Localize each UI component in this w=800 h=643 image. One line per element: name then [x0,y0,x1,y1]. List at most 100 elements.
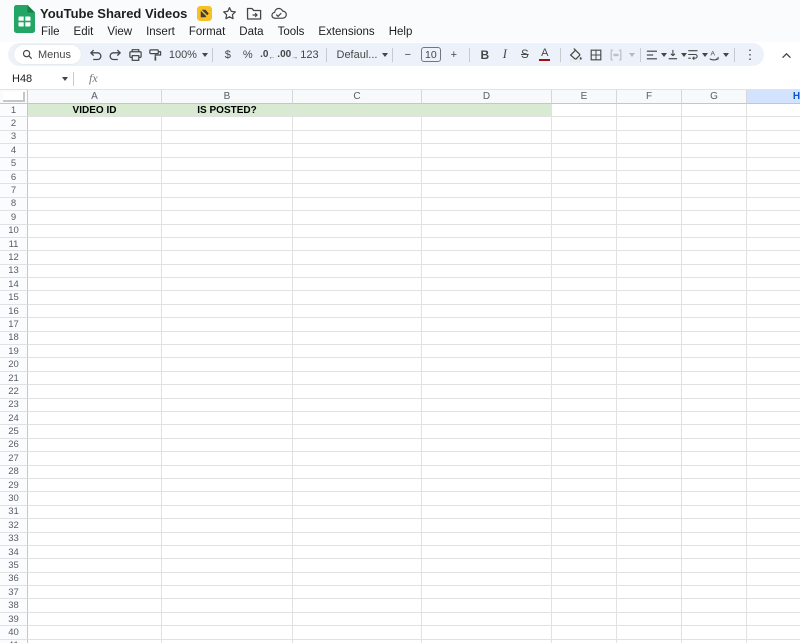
cell-G34[interactable] [682,546,747,559]
row-header-10[interactable]: 10 [0,225,28,238]
cell-G13[interactable] [682,265,747,278]
cell-C15[interactable] [293,291,422,304]
row-header-1[interactable]: 1 [0,104,28,117]
cell-B13[interactable] [162,265,293,278]
cell-H29[interactable] [747,479,800,492]
cell-D33[interactable] [422,533,552,546]
cell-D23[interactable] [422,399,552,412]
cell-G6[interactable] [682,171,747,184]
row-header-17[interactable]: 17 [0,318,28,331]
cell-H22[interactable] [747,385,800,398]
cell-D20[interactable] [422,358,552,371]
cell-E17[interactable] [552,318,617,331]
cell-E2[interactable] [552,117,617,130]
vertical-align-button[interactable] [667,45,688,65]
undo-button[interactable] [85,45,105,65]
cell-E14[interactable] [552,278,617,291]
cell-H6[interactable] [747,171,800,184]
text-wrap-button[interactable] [687,45,708,65]
cell-C20[interactable] [293,358,422,371]
cell-H5[interactable] [747,158,800,171]
cell-F8[interactable] [617,198,682,211]
cell-G17[interactable] [682,318,747,331]
cell-C18[interactable] [293,332,422,345]
cell-G28[interactable] [682,466,747,479]
cell-C30[interactable] [293,492,422,505]
cell-D22[interactable] [422,385,552,398]
cell-B27[interactable] [162,452,293,465]
cell-H35[interactable] [747,559,800,572]
cell-F11[interactable] [617,238,682,251]
cell-H18[interactable] [747,332,800,345]
cell-H16[interactable] [747,305,800,318]
row-header-26[interactable]: 26 [0,439,28,452]
cell-G36[interactable] [682,573,747,586]
cell-D15[interactable] [422,291,552,304]
cell-H12[interactable] [747,251,800,264]
cell-D37[interactable] [422,586,552,599]
cell-H11[interactable] [747,238,800,251]
cell-F18[interactable] [617,332,682,345]
row-header-36[interactable]: 36 [0,573,28,586]
text-color-button[interactable]: A [535,45,555,65]
cell-E1[interactable] [552,104,617,117]
cell-C40[interactable] [293,626,422,639]
bold-button[interactable]: B [475,45,495,65]
cell-A31[interactable] [28,506,162,519]
cell-F25[interactable] [617,425,682,438]
cell-D13[interactable] [422,265,552,278]
cell-F35[interactable] [617,559,682,572]
cell-A5[interactable] [28,158,162,171]
cell-G7[interactable] [682,184,747,197]
cell-E8[interactable] [552,198,617,211]
cell-H32[interactable] [747,519,800,532]
cell-G8[interactable] [682,198,747,211]
cell-A12[interactable] [28,251,162,264]
cell-D16[interactable] [422,305,552,318]
cell-C5[interactable] [293,158,422,171]
cell-C10[interactable] [293,225,422,238]
format-currency-button[interactable]: $ [218,45,238,65]
row-header-8[interactable]: 8 [0,198,28,211]
row-header-24[interactable]: 24 [0,412,28,425]
row-header-34[interactable]: 34 [0,546,28,559]
cell-A3[interactable] [28,131,162,144]
cell-C19[interactable] [293,345,422,358]
cell-F3[interactable] [617,131,682,144]
cell-G3[interactable] [682,131,747,144]
cell-D36[interactable] [422,573,552,586]
cell-F23[interactable] [617,399,682,412]
cell-B10[interactable] [162,225,293,238]
cell-B9[interactable] [162,211,293,224]
cell-G10[interactable] [682,225,747,238]
cell-E21[interactable] [552,372,617,385]
cell-E20[interactable] [552,358,617,371]
cell-E35[interactable] [552,559,617,572]
cell-A10[interactable] [28,225,162,238]
cell-H15[interactable] [747,291,800,304]
cell-B38[interactable] [162,599,293,612]
cell-G35[interactable] [682,559,747,572]
cell-C36[interactable] [293,573,422,586]
cell-C3[interactable] [293,131,422,144]
cell-A25[interactable] [28,425,162,438]
cell-A17[interactable] [28,318,162,331]
cell-B26[interactable] [162,439,293,452]
cell-H24[interactable] [747,412,800,425]
cell-F29[interactable] [617,479,682,492]
cell-D11[interactable] [422,238,552,251]
cell-B40[interactable] [162,626,293,639]
cell-A14[interactable] [28,278,162,291]
cell-H14[interactable] [747,278,800,291]
cell-E30[interactable] [552,492,617,505]
cell-D32[interactable] [422,519,552,532]
cell-A22[interactable] [28,385,162,398]
cell-F36[interactable] [617,573,682,586]
cell-E6[interactable] [552,171,617,184]
cell-G12[interactable] [682,251,747,264]
cell-F15[interactable] [617,291,682,304]
cell-H30[interactable] [747,492,800,505]
cell-A8[interactable] [28,198,162,211]
cell-G4[interactable] [682,144,747,157]
cell-B18[interactable] [162,332,293,345]
